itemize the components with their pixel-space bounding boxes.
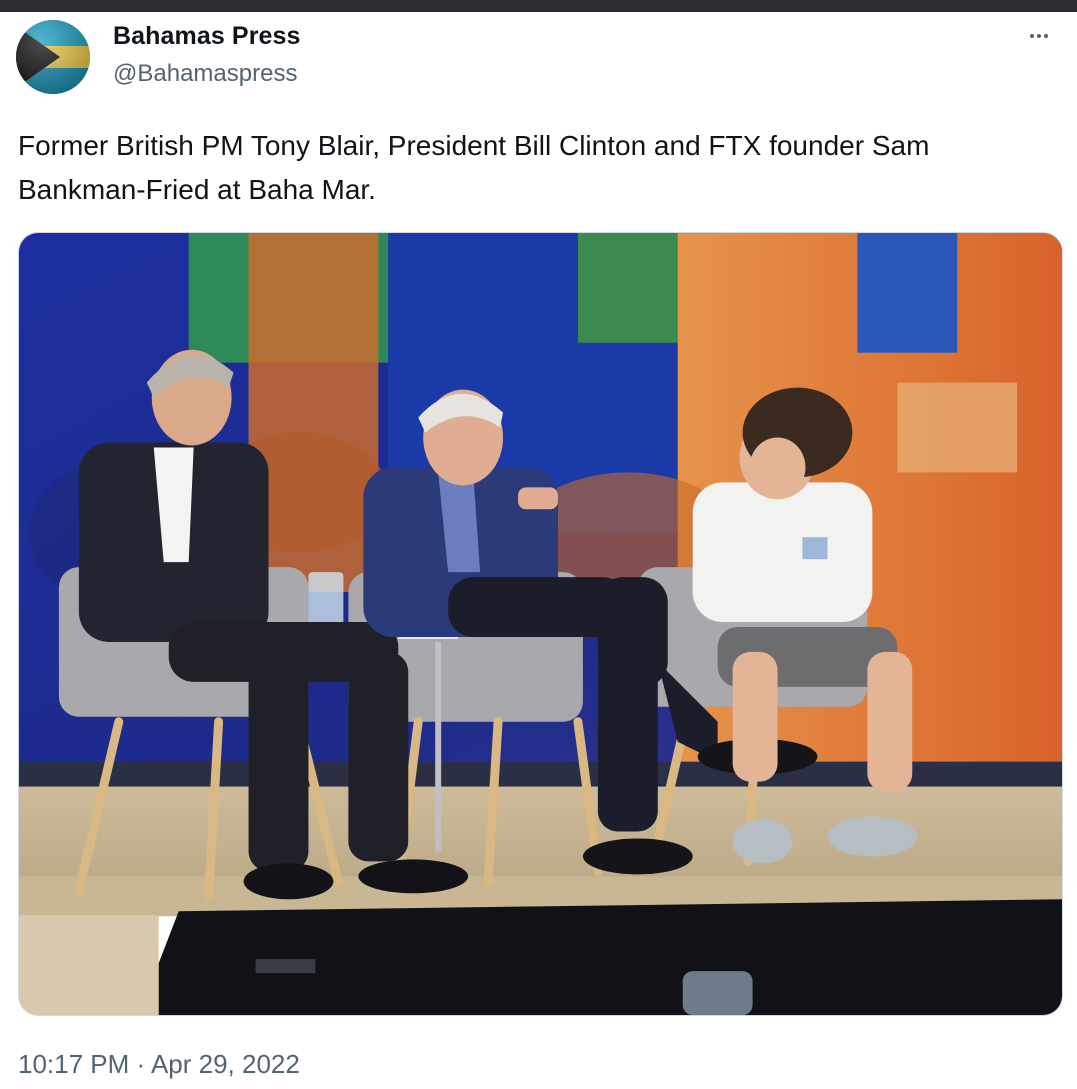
author-name[interactable]: Bahamas Press bbox=[113, 22, 301, 51]
dot bbox=[1037, 34, 1041, 38]
author-avatar[interactable] bbox=[16, 20, 90, 94]
bahamas-flag-icon bbox=[16, 20, 90, 94]
tweet-timestamp[interactable]: 10:17 PM · Apr 29, 2022 bbox=[18, 1049, 300, 1080]
tweet-photo[interactable] bbox=[18, 232, 1063, 1016]
stage-photo bbox=[19, 233, 1062, 1015]
tweet-text: Former British PM Tony Blair, President … bbox=[18, 130, 930, 205]
author-handle[interactable]: @Bahamaspress bbox=[113, 60, 297, 88]
dot bbox=[1030, 34, 1034, 38]
more-options-icon[interactable] bbox=[1019, 24, 1059, 48]
window-top-bar bbox=[0, 0, 1077, 12]
dot bbox=[1044, 34, 1048, 38]
tweet-card: Bahamas Press @Bahamaspress Former Briti… bbox=[0, 12, 1077, 1089]
